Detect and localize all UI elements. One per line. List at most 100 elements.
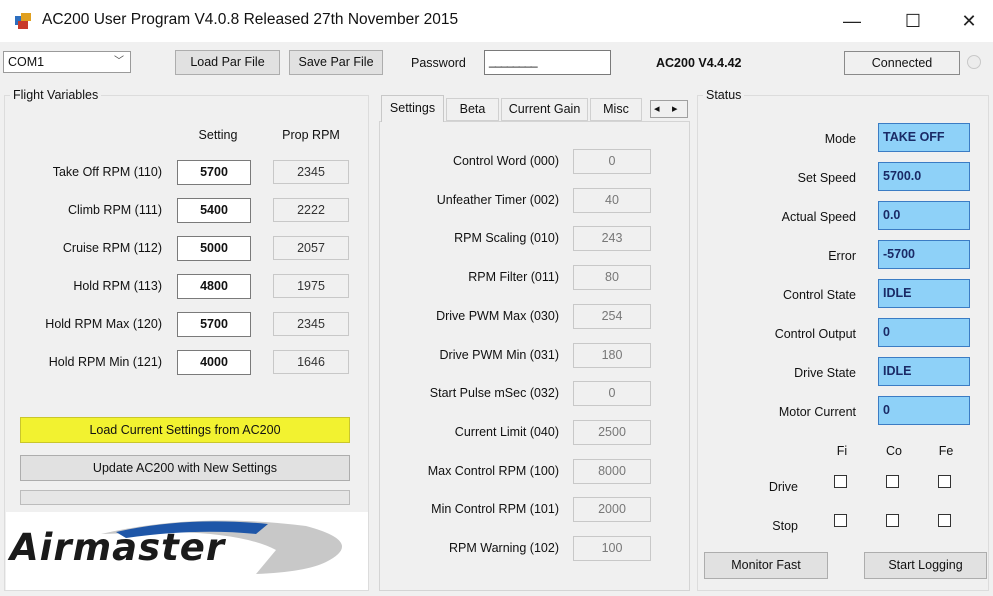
setting-column-header: Setting <box>198 128 238 142</box>
flight-row-label: Hold RPM Min (121) <box>48 355 162 369</box>
flight-setting-input[interactable]: 5400 <box>177 198 251 223</box>
flight-setting-input[interactable]: 4800 <box>177 274 251 299</box>
status-value: 5700.0 <box>878 162 970 191</box>
minimize-button[interactable]: — <box>829 8 875 36</box>
checkbox[interactable] <box>834 514 847 527</box>
flight-prop-rpm-value: 1646 <box>273 350 349 374</box>
status-label: Actual Speed <box>781 210 856 224</box>
setting-value-field[interactable]: 2000 <box>573 497 651 523</box>
flight-prop-rpm-value: 1975 <box>273 274 349 298</box>
tab-scroll-buttons: ◂ ▸ <box>650 100 688 118</box>
setting-label: Max Control RPM (100) <box>427 463 559 478</box>
status-label: Set Speed <box>797 171 856 185</box>
password-input[interactable]: ________ <box>484 50 611 75</box>
flight-setting-input[interactable]: 5700 <box>177 312 251 337</box>
start-logging-button[interactable]: Start Logging <box>864 552 987 579</box>
status-title: Status <box>703 88 745 102</box>
connection-status: Connected <box>844 51 960 75</box>
tab-scroll-right-icon[interactable]: ▸ <box>672 102 678 115</box>
check-column-header: Co <box>886 444 902 458</box>
load-current-settings-button[interactable]: Load Current Settings from AC200 <box>20 417 350 443</box>
setting-label: Control Word (000) <box>452 154 559 168</box>
status-value: 0 <box>878 396 970 425</box>
setting-label: RPM Scaling (010) <box>454 231 559 246</box>
setting-value-field[interactable]: 254 <box>573 303 651 329</box>
tab-scroll-left-icon[interactable]: ◂ <box>654 102 660 115</box>
setting-value-field[interactable]: 80 <box>573 265 651 291</box>
setting-value-field[interactable]: 100 <box>573 536 651 561</box>
status-value: 0.0 <box>878 201 970 230</box>
setting-label: Current Limit (040) <box>454 424 559 439</box>
status-value: TAKE OFF <box>878 123 970 152</box>
setting-value-field[interactable]: 8000 <box>573 458 651 484</box>
check-column-header: Fi <box>836 444 848 458</box>
flight-prop-rpm-value: 2345 <box>273 312 349 336</box>
check-column-header: Fe <box>938 444 954 458</box>
status-label: Control State <box>783 288 856 302</box>
flight-row-label: Take Off RPM (110) <box>52 165 162 179</box>
setting-label: Drive PWM Max (030) <box>436 308 559 323</box>
status-label: Drive State <box>794 366 856 380</box>
tab-current-gain[interactable]: Current Gain <box>501 98 588 121</box>
setting-label: Min Control RPM (101) <box>431 502 559 517</box>
checkbox[interactable] <box>938 475 951 488</box>
flight-prop-rpm-value: 2057 <box>273 236 349 260</box>
check-row-label: Stop <box>772 519 798 533</box>
close-button[interactable]: ✕ <box>946 8 992 36</box>
flight-variables-title: Flight Variables <box>10 88 102 102</box>
setting-label: RPM Warning (102) <box>449 541 559 555</box>
checkbox[interactable] <box>834 475 847 488</box>
flight-setting-input[interactable]: 5700 <box>177 160 251 185</box>
load-par-file-button[interactable]: Load Par File <box>175 50 280 75</box>
firmware-version: AC200 V4.4.42 <box>656 56 742 70</box>
monitor-fast-button[interactable]: Monitor Fast <box>704 552 828 579</box>
setting-value-field[interactable]: 243 <box>573 226 651 252</box>
checkbox[interactable] <box>886 514 899 527</box>
status-label: Error <box>828 249 856 263</box>
status-value: IDLE <box>878 279 970 308</box>
logo-text: Airmaster <box>10 526 226 569</box>
flight-row-label: Cruise RPM (112) <box>62 241 162 255</box>
password-label: Password <box>411 56 466 70</box>
status-value: IDLE <box>878 357 970 386</box>
com-port-select[interactable]: COM1 ﹀ <box>3 51 131 73</box>
app-icon <box>15 13 31 29</box>
checkbox[interactable] <box>886 475 899 488</box>
status-value: -5700 <box>878 240 970 269</box>
flight-setting-input[interactable]: 5000 <box>177 236 251 261</box>
setting-value-field[interactable]: 0 <box>573 381 651 407</box>
status-label: Motor Current <box>778 405 856 419</box>
setting-value-field[interactable]: 2500 <box>573 419 651 445</box>
progress-bar <box>20 490 350 505</box>
setting-value-field[interactable]: 0 <box>573 149 651 174</box>
flight-setting-input[interactable]: 4000 <box>177 350 251 375</box>
com-port-value: COM1 <box>8 55 45 69</box>
setting-label: Drive PWM Min (031) <box>439 347 559 362</box>
flight-row-label: Hold RPM (113) <box>73 279 162 293</box>
update-ac200-button[interactable]: Update AC200 with New Settings <box>20 455 350 481</box>
tab-beta[interactable]: Beta <box>446 98 499 121</box>
setting-value-field[interactable]: 40 <box>573 187 651 213</box>
flight-prop-rpm-value: 2222 <box>273 198 349 222</box>
setting-label: Start Pulse mSec (032) <box>429 386 559 401</box>
prop-rpm-column-header: Prop RPM <box>282 128 340 142</box>
setting-label: Unfeather Timer (002) <box>436 192 559 207</box>
airmaster-logo: Airmaster <box>6 512 368 590</box>
connection-indicator <box>967 55 981 69</box>
status-label: Mode <box>824 132 856 146</box>
status-value: 0 <box>878 318 970 347</box>
save-par-file-button[interactable]: Save Par File <box>289 50 383 75</box>
flight-row-label: Climb RPM (111) <box>68 203 162 217</box>
tab-settings[interactable]: Settings <box>381 95 444 122</box>
status-label: Control Output <box>774 327 856 341</box>
flight-prop-rpm-value: 2345 <box>273 160 349 184</box>
check-row-label: Drive <box>768 480 798 494</box>
tab-misc[interactable]: Misc <box>590 98 642 121</box>
setting-value-field[interactable]: 180 <box>573 342 651 368</box>
checkbox[interactable] <box>938 514 951 527</box>
window-title: AC200 User Program V4.0.8 Released 27th … <box>42 11 459 28</box>
setting-label: RPM Filter (011) <box>468 270 559 285</box>
chevron-down-icon: ﹀ <box>114 56 124 67</box>
maximize-button[interactable]: ☐ <box>890 8 936 36</box>
flight-row-label: Hold RPM Max (120) <box>45 317 162 331</box>
